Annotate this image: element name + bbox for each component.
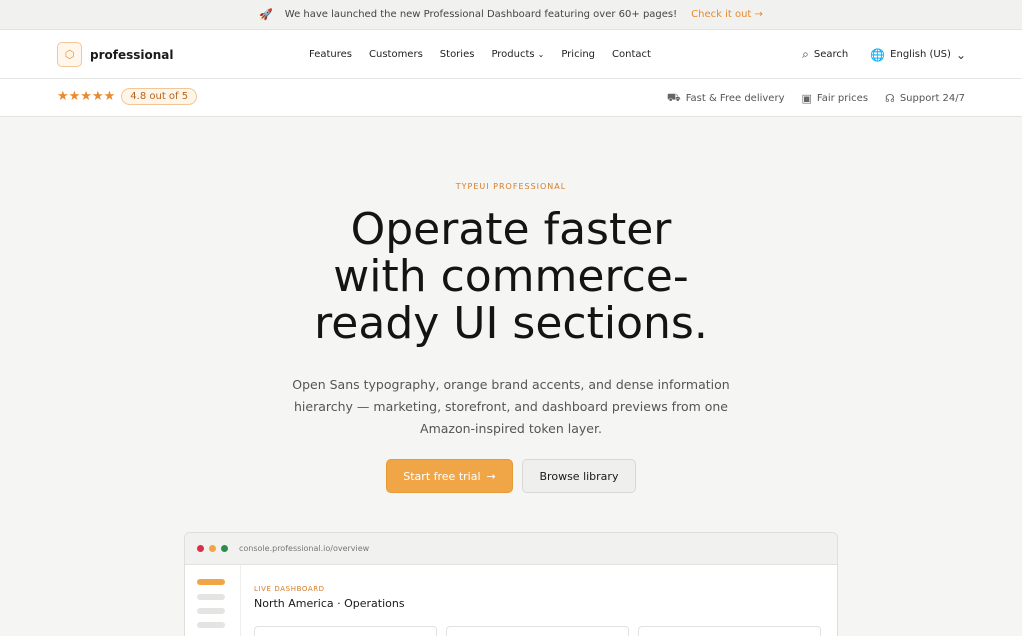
chevron-down-icon: ⌄ — [537, 50, 545, 59]
metric-card — [638, 626, 821, 636]
sidebar-item — [197, 622, 225, 628]
rocket-icon: 🚀 — [259, 8, 273, 21]
top-nav: ⬡ professional Features Customers Storie… — [0, 30, 1022, 79]
main-menu: Features Customers Stories Products ⌄ Pri… — [309, 30, 651, 79]
headset-icon: ☊ — [885, 91, 895, 105]
star-rating-icon: ★★★★★ — [57, 89, 116, 104]
nav-link-contact[interactable]: Contact — [612, 49, 651, 60]
dashboard-label: LIVE DASHBOARD — [254, 585, 325, 593]
preview-url: console.professional.io/overview — [239, 544, 370, 553]
window-dot-green — [221, 545, 228, 552]
cube-icon: ⬡ — [57, 42, 82, 67]
browse-library-button[interactable]: Browse library — [522, 459, 636, 493]
window-dot-red — [197, 545, 204, 552]
truck-icon: ⛟ — [666, 90, 681, 104]
announcement-bar: 🚀 We have launched the new Professional … — [0, 0, 1022, 30]
hero-headline: Operate faster with commerce- ready UI s… — [314, 204, 708, 349]
window-dot-orange — [209, 545, 216, 552]
announcement-text: We have launched the new Professional Da… — [284, 9, 678, 20]
sidebar-item — [197, 608, 225, 614]
perk-prices: ▣ Fair prices — [801, 91, 869, 105]
chevron-down-icon: ⌄ — [955, 47, 966, 62]
sidebar-item — [197, 594, 225, 600]
nav-link-stories[interactable]: Stories — [440, 49, 475, 60]
nav-link-customers[interactable]: Customers — [369, 49, 423, 60]
rating: ★★★★★ 4.8 out of 5 — [57, 88, 198, 105]
wallet-icon: ▣ — [801, 91, 812, 105]
metric-card — [254, 626, 437, 636]
perk-delivery: ⛟ Fast & Free delivery — [666, 90, 785, 104]
check-it-out-link[interactable]: Check it out → — [691, 9, 763, 20]
search-icon: ⌕ — [802, 47, 809, 61]
perks: ⛟ Fast & Free delivery ▣ Fair prices ☊ S… — [667, 79, 965, 117]
metric-card — [446, 626, 629, 636]
brand-name: professional — [90, 47, 174, 62]
language-selector[interactable]: 🌐 English (US) ⌄ — [870, 48, 966, 62]
brand[interactable]: ⬡ professional — [57, 42, 174, 67]
globe-icon: 🌐 — [870, 47, 886, 62]
dashboard-preview: console.professional.io/overview LIVE DA… — [184, 532, 838, 636]
nav-link-pricing[interactable]: Pricing — [561, 49, 595, 60]
arrow-right-icon: → — [754, 9, 763, 20]
rating-badge: 4.8 out of 5 — [121, 88, 198, 105]
nav-link-features[interactable]: Features — [309, 49, 352, 60]
preview-sidebar — [185, 565, 241, 636]
browser-bar: console.professional.io/overview — [185, 533, 837, 565]
sidebar-item — [197, 579, 225, 585]
trust-bar: ★★★★★ 4.8 out of 5 ⛟ Fast & Free deliver… — [0, 79, 1022, 117]
hero-buttons: Start free trial → Browse library — [0, 459, 1022, 493]
dashboard-title: North America · Operations — [254, 597, 405, 610]
search-button[interactable]: ⌕ Search — [802, 47, 848, 62]
arrow-right-icon: → — [486, 469, 496, 483]
nav-link-products[interactable]: Products ⌄ — [491, 49, 544, 60]
nav-actions: ⌕ Search 🌐 English (US) ⌄ — [802, 30, 966, 79]
hero-eyebrow: TYPEUI PROFESSIONAL — [455, 182, 567, 191]
hero-subtitle: Open Sans typography, orange brand accen… — [292, 377, 730, 436]
start-free-trial-button[interactable]: Start free trial → — [386, 459, 513, 493]
perk-support: ☊ Support 24/7 — [885, 91, 965, 105]
